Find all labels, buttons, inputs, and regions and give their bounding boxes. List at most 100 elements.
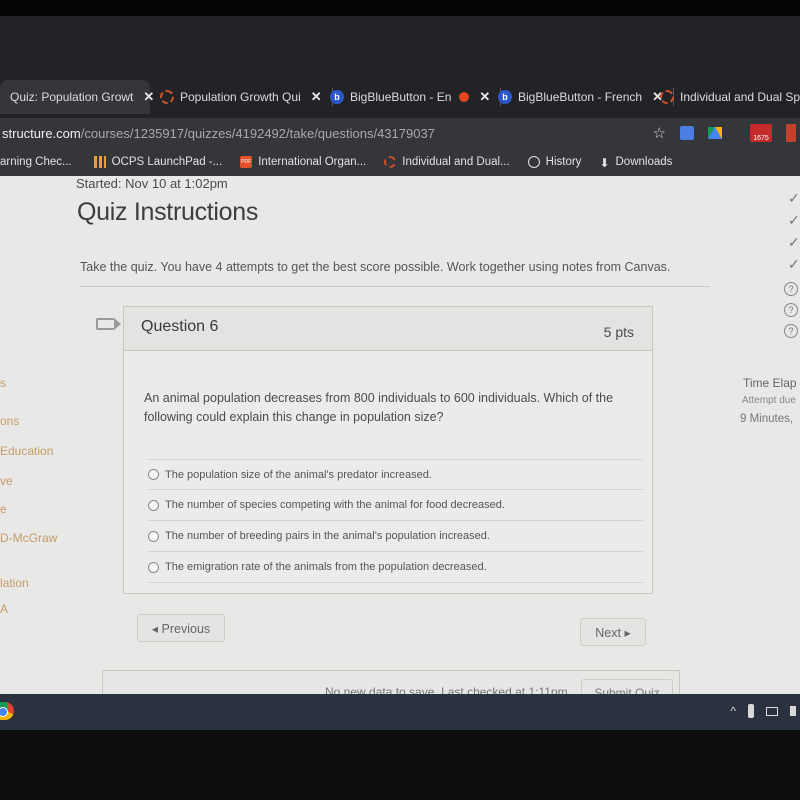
tab-label: Population Growth Qui (180, 90, 301, 104)
url-host: structure.com (2, 125, 81, 141)
answered-check-icon[interactable]: ✓ (788, 256, 800, 273)
download-icon: ⬇ (599, 156, 610, 170)
question-header: Question 6 5 pts (124, 307, 652, 351)
answer-option[interactable]: The emigration rate of the animals from … (148, 552, 643, 583)
canvas-icon (160, 90, 174, 104)
question-text: An animal population decreases from 800 … (144, 391, 614, 424)
history-icon (527, 156, 540, 168)
chrome-icon[interactable] (0, 702, 14, 720)
close-icon[interactable]: ✕ (479, 89, 490, 105)
bookmark-downloads[interactable]: ⬇ Downloads (599, 156, 673, 170)
answered-check-icon[interactable]: ✓ (788, 212, 800, 229)
usb-icon[interactable] (748, 704, 754, 718)
volume-icon[interactable] (790, 706, 796, 716)
bookmark-label: Downloads (615, 156, 673, 168)
bookmark-individual-dual[interactable]: Individual and Dual... (384, 156, 510, 168)
previous-button[interactable]: ◂ Previous (137, 614, 225, 642)
close-icon[interactable]: ✕ (143, 89, 154, 105)
bookmark-international-organ[interactable]: PDF International Organ... (240, 156, 366, 168)
unanswered-question-icon[interactable]: ? (784, 324, 798, 338)
question-card: Question 6 5 pts An animal population de… (123, 306, 653, 594)
tab-label: Quiz: Population Growt (10, 90, 134, 104)
time-elapsed-label: Time Elap (743, 376, 797, 390)
screen: Quiz: Population Growt ✕ Population Grow… (0, 0, 800, 800)
nav-item[interactable]: lation (0, 576, 29, 590)
launchpad-icon (93, 156, 106, 168)
canvas-icon (660, 90, 674, 104)
nav-item[interactable]: Education (0, 444, 53, 458)
bookmark-ocps-launchpad[interactable]: OCPS LaunchPad -... (93, 156, 223, 168)
tab-bigbluebutton-french[interactable]: b BigBlueButton - French ✕ (498, 80, 674, 114)
canvas-icon (384, 156, 397, 168)
tab-individual-dual-sports[interactable]: Individual and Dual Sp (660, 80, 800, 114)
question-title: Question 6 (141, 318, 219, 335)
save-status: No new data to save. Last checked at 1:1… (325, 685, 568, 694)
divider (80, 286, 710, 287)
badge-count: 1675 (753, 135, 769, 142)
page-title: Quiz Instructions (77, 198, 259, 226)
tab-population-growth-quiz[interactable]: Population Growth Qui ✕ (160, 80, 333, 114)
nav-item[interactable]: A (0, 602, 8, 616)
extension-icon[interactable] (786, 124, 796, 142)
radio-button[interactable] (148, 561, 159, 573)
url-path: /courses/1235917/quizzes/4192492/take/qu… (80, 125, 435, 141)
bookmark-label: History (545, 156, 582, 168)
bookmarks-bar: arning Chec... OCPS LaunchPad -... PDF I… (0, 148, 800, 176)
bookmark-learning-check[interactable]: arning Chec... (0, 156, 72, 168)
bookmark-label: International Organ... (258, 156, 367, 168)
recording-icon (459, 92, 470, 102)
time-elapsed-value: 9 Minutes, (740, 413, 794, 425)
answer-text: The population size of the animal's pred… (165, 468, 432, 481)
extension-badge-icon[interactable]: 1675 (750, 124, 772, 142)
quiz-footer: No new data to save. Last checked at 1:1… (102, 670, 680, 694)
bookmark-label: Individual and Dual... (402, 156, 510, 168)
answer-text: The number of breeding pairs in the anim… (165, 530, 490, 542)
bookmark-label: arning Chec... (0, 156, 72, 168)
battery-icon[interactable] (766, 706, 778, 716)
nav-item[interactable]: s (0, 376, 6, 390)
radio-button[interactable] (148, 530, 159, 542)
os-taskbar: ^ (0, 694, 800, 730)
bookmark-history[interactable]: History (527, 156, 582, 168)
answer-text: The emigration rate of the animals from … (165, 561, 487, 573)
unanswered-question-icon[interactable]: ? (784, 303, 798, 317)
tab-label: BigBlueButton - En (350, 90, 452, 104)
unanswered-question-icon[interactable]: ? (784, 282, 798, 296)
nav-item[interactable]: e (0, 502, 7, 516)
translate-extension-icon[interactable] (680, 126, 694, 140)
toolbar-extensions: ☆ 1675 (653, 118, 800, 148)
bookmark-star-icon[interactable]: ☆ (653, 124, 666, 142)
next-button[interactable]: Next ▸ (580, 618, 646, 646)
radio-button[interactable] (148, 499, 159, 511)
answer-text: The number of species competing with the… (165, 499, 505, 511)
bookmark-label: OCPS LaunchPad -... (111, 156, 223, 168)
flag-question-icon[interactable] (96, 318, 121, 330)
google-drive-icon[interactable] (708, 127, 722, 139)
tab-quiz-population-growth[interactable]: Quiz: Population Growt ✕ (0, 80, 154, 114)
quiz-instructions: Take the quiz. You have 4 attempts to ge… (80, 260, 671, 274)
answered-check-icon[interactable]: ✓ (788, 234, 800, 251)
nav-item[interactable]: ve (0, 474, 13, 488)
attempt-due-label: Attempt due (742, 395, 796, 406)
tray-expand-icon[interactable]: ^ (730, 704, 736, 718)
system-tray: ^ (730, 704, 796, 718)
canvas-quiz-page: Started: Nov 10 at 1:02pm Quiz Instructi… (0, 176, 800, 694)
close-icon[interactable]: ✕ (311, 89, 322, 105)
answered-check-icon[interactable]: ✓ (788, 190, 800, 207)
tab-label: BigBlueButton - French (518, 90, 643, 104)
answer-list: The population size of the animal's pred… (148, 459, 643, 583)
tab-bigbluebutton-en[interactable]: b BigBlueButton - En ✕ (330, 80, 502, 114)
answer-option[interactable]: The number of breeding pairs in the anim… (148, 521, 643, 552)
monitor-bezel-bottom (0, 730, 800, 800)
radio-button[interactable] (148, 469, 159, 480)
address-bar[interactable]: structure.com/courses/1235917/quizzes/41… (0, 118, 800, 148)
bigbluebutton-icon: b (330, 90, 344, 104)
question-points: 5 pts (603, 324, 634, 340)
tab-label: Individual and Dual Sp (680, 90, 800, 104)
answer-option[interactable]: The number of species competing with the… (148, 490, 643, 521)
url-text[interactable]: structure.com/courses/1235917/quizzes/41… (0, 126, 435, 141)
nav-item[interactable]: ons (0, 414, 19, 428)
answer-option[interactable]: The population size of the animal's pred… (148, 459, 643, 490)
nav-item[interactable]: D-McGraw (0, 531, 57, 545)
submit-quiz-button[interactable]: Submit Quiz (581, 679, 673, 694)
